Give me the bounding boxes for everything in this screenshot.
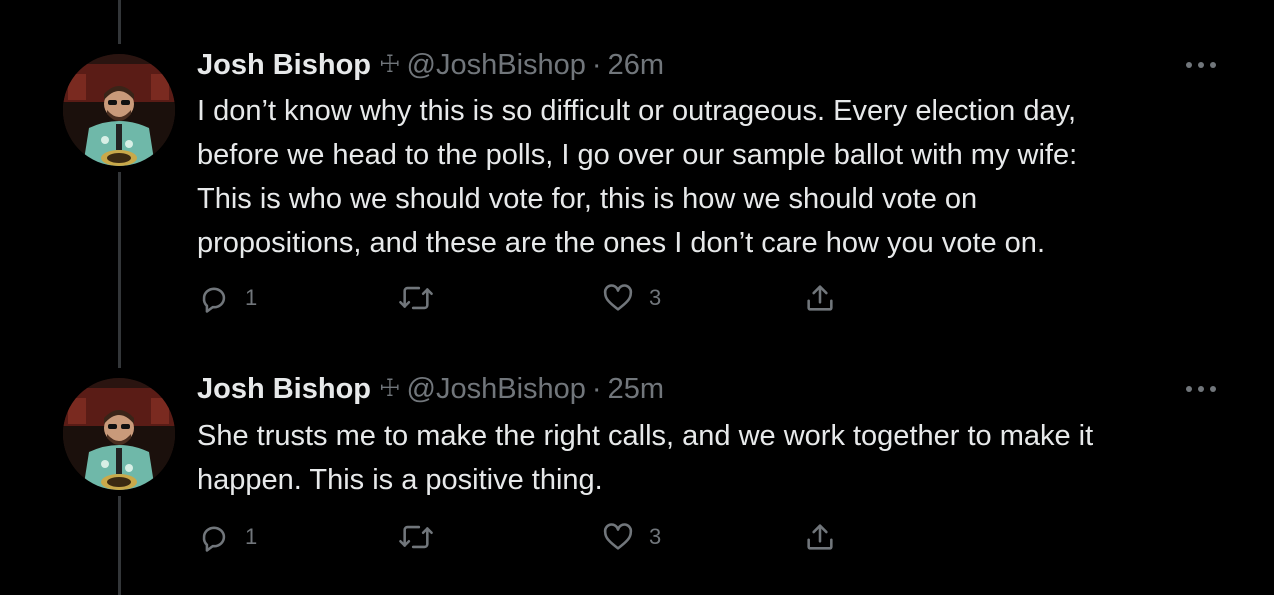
retweet-button[interactable] [397, 520, 449, 554]
separator-dot: · [591, 49, 602, 81]
reply-button[interactable]: 1 [197, 281, 257, 315]
reply-button[interactable]: 1 [197, 520, 257, 554]
author-name[interactable]: Josh Bishop [197, 371, 371, 407]
author-name[interactable]: Josh Bishop [197, 47, 371, 83]
cross-badge-icon: ☩ [379, 51, 401, 78]
share-button[interactable] [803, 520, 837, 554]
retweet-icon [397, 281, 435, 315]
share-icon [803, 281, 837, 315]
avatar[interactable] [63, 378, 175, 490]
tweet-header: Josh Bishop ☩ @JoshBishop · 26m [197, 47, 664, 83]
like-button[interactable]: 3 [601, 281, 661, 315]
tweet-text: I don’t know why this is so difficult or… [197, 95, 1078, 259]
timestamp[interactable]: 25m [608, 371, 664, 407]
like-count: 3 [649, 524, 662, 549]
tweet-actions: 1 3 [197, 281, 857, 315]
author-handle[interactable]: @JoshBishop [407, 371, 586, 407]
tweet-header: Josh Bishop ☩ @JoshBishop · 25m [197, 371, 664, 407]
retweet-button[interactable] [397, 281, 449, 315]
like-count: 3 [649, 285, 662, 310]
more-options-icon[interactable] [1186, 57, 1216, 73]
tweet[interactable]: Josh Bishop ☩ @JoshBishop · 26m I don’t … [0, 0, 1274, 330]
timestamp[interactable]: 26m [608, 47, 664, 83]
share-button[interactable] [803, 281, 837, 315]
reply-count: 1 [245, 524, 258, 549]
author-handle[interactable]: @JoshBishop [407, 47, 586, 83]
tweet-text: She trusts me to make the right calls, a… [197, 420, 1094, 496]
reply-count: 1 [245, 285, 258, 310]
retweet-icon [397, 520, 435, 554]
reply-icon [197, 520, 231, 554]
like-button[interactable]: 3 [601, 520, 661, 554]
cross-badge-icon: ☩ [379, 375, 401, 402]
share-icon [803, 520, 837, 554]
avatar[interactable] [63, 54, 175, 166]
separator-dot: · [591, 373, 602, 405]
reply-icon [197, 281, 231, 315]
more-options-icon[interactable] [1186, 381, 1216, 397]
heart-icon [601, 281, 635, 315]
tweet[interactable]: Josh Bishop ☩ @JoshBishop · 25m She trus… [0, 330, 1274, 595]
tweet-actions: 1 3 [197, 520, 857, 554]
heart-icon [601, 520, 635, 554]
